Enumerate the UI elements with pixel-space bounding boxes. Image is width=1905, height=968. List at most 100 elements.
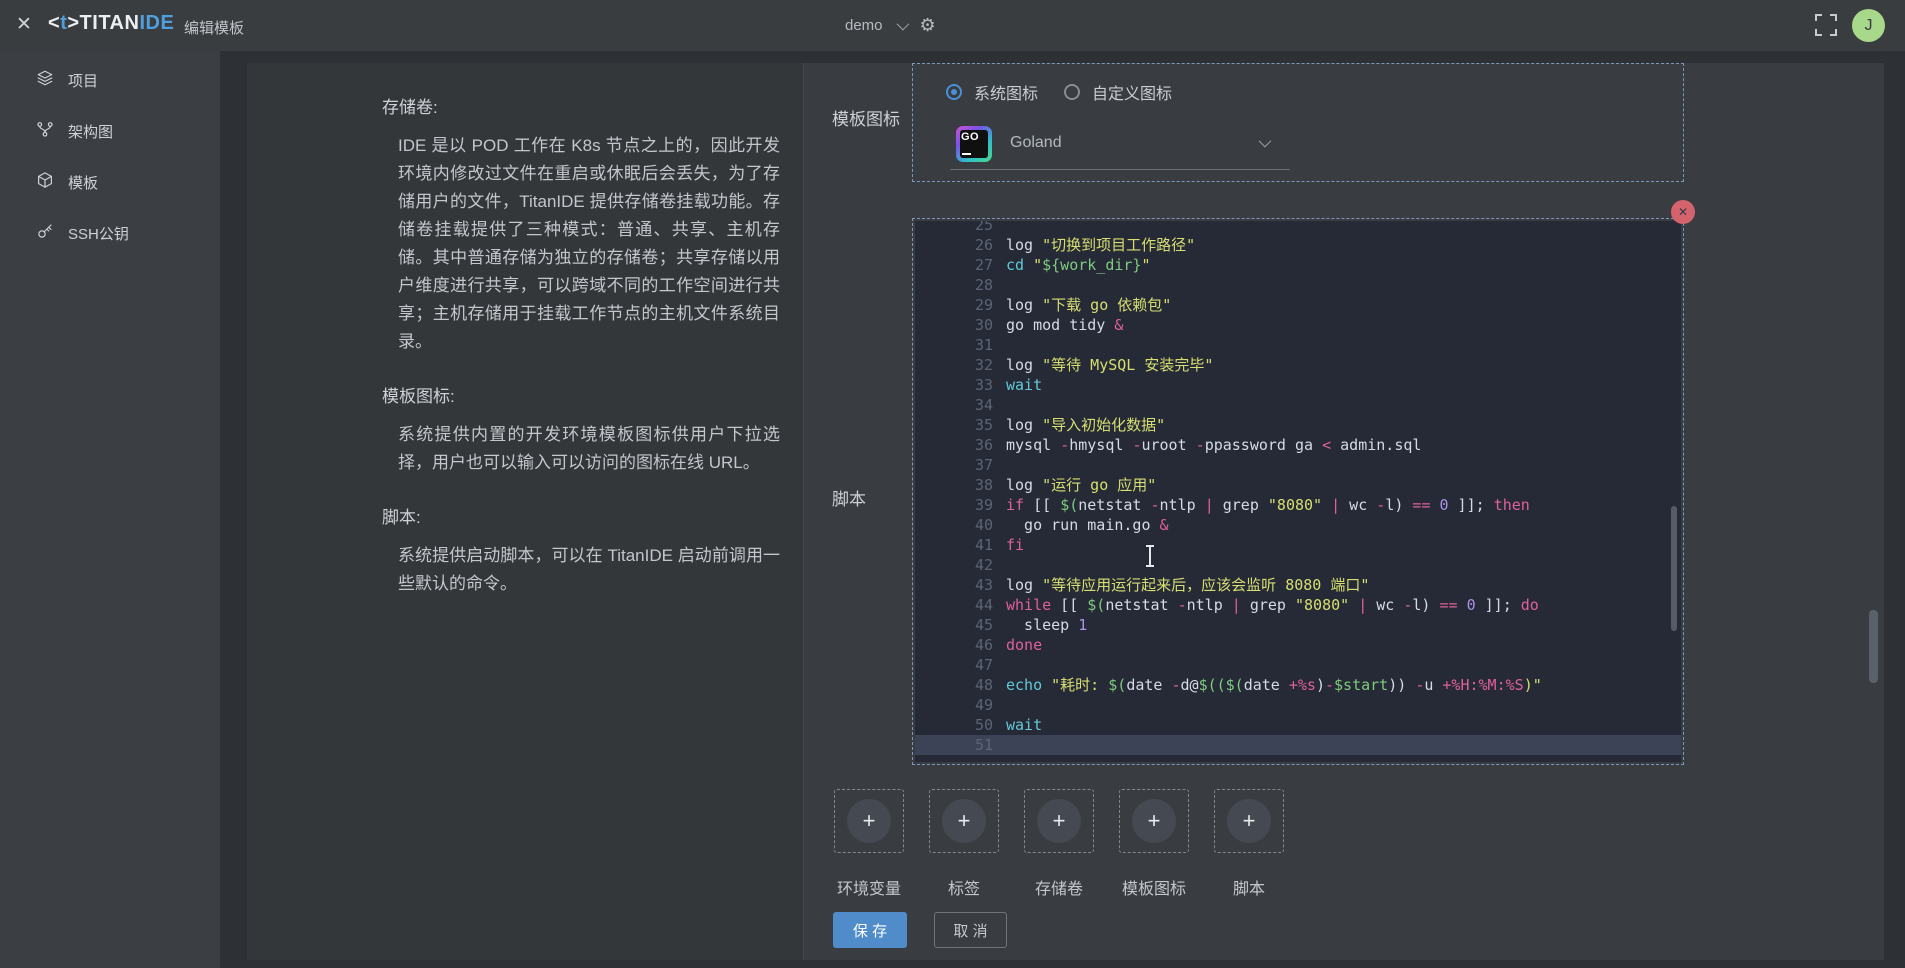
gear-icon[interactable]: ⚙ <box>920 15 936 36</box>
icon-dropdown[interactable]: GO Goland <box>950 124 1290 170</box>
code-line-51: 51 <box>915 735 1681 755</box>
code-token: l) <box>1385 495 1412 515</box>
code-token: 1 <box>1078 615 1087 635</box>
line-number: 27 <box>963 255 993 275</box>
code-token: do <box>1521 595 1539 615</box>
code-token: "切换到项目工作路径" <box>1042 235 1195 255</box>
code-token: | <box>1331 495 1340 515</box>
line-number: 41 <box>963 535 993 555</box>
line-number: 33 <box>963 375 993 395</box>
radio-系统图标[interactable]: 系统图标 <box>946 80 1038 104</box>
description-section-body: 系统提供启动脚本，可以在 TitanIDE 启动前调用一些默认的命令。 <box>382 542 780 598</box>
add-item-label: 环境变量 <box>834 875 904 899</box>
code-token: d@ <box>1181 675 1199 695</box>
template-icon-label: 模板图标 <box>832 105 900 130</box>
code-token: )" <box>1524 675 1542 695</box>
icon-type-radio-group: 系统图标 自定义图标 <box>946 80 1172 104</box>
code-line-45: 45 sleep 1 <box>915 615 1681 635</box>
line-number: 51 <box>963 735 993 755</box>
line-number: 44 <box>963 595 993 615</box>
branch-icon <box>36 120 54 138</box>
code-line-47: 47 <box>915 655 1681 675</box>
code-token: mysql <box>1006 435 1060 455</box>
goland-icon: GO <box>956 126 992 162</box>
chevron-down-icon <box>896 18 909 31</box>
code-token: wc <box>1340 495 1376 515</box>
fullscreen-icon[interactable] <box>1815 14 1837 36</box>
branch-icon <box>14 120 54 142</box>
description-section-body: IDE 是以 POD 工作在 K8s 节点之上的，因此开发环境内修改过文件在重启… <box>382 132 780 356</box>
sidebar-item-项目[interactable]: 项目 <box>0 60 220 100</box>
code-token: wait <box>1006 715 1042 735</box>
line-number: 31 <box>963 335 993 355</box>
code-token: & <box>1114 315 1123 335</box>
code-token: +%s <box>1289 675 1316 695</box>
remove-script-button[interactable]: ✕ <box>1671 200 1695 224</box>
avatar[interactable]: J <box>1852 9 1885 42</box>
code-line-40: 40 go run main.go & <box>915 515 1681 535</box>
add-存储卷-button[interactable]: + <box>1024 789 1094 853</box>
sidebar-item-label: SSH公钥 <box>68 223 129 244</box>
save-button[interactable]: 保 存 <box>833 912 907 948</box>
code-token: u <box>1424 675 1442 695</box>
code-token: 0 <box>1467 595 1476 615</box>
script-label: 脚本 <box>832 485 866 510</box>
code-token: ntlp <box>1160 495 1205 515</box>
sidebar-item-模板[interactable]: 模板 <box>0 162 220 202</box>
code-token: - <box>1132 435 1141 455</box>
code-line-30: 30go mod tidy & <box>915 315 1681 335</box>
code-token: ntlp <box>1187 595 1232 615</box>
code-token: l) <box>1412 595 1439 615</box>
code-token: "耗时: <box>1051 675 1108 695</box>
radio-自定义图标[interactable]: 自定义图标 <box>1064 80 1172 104</box>
sidebar-item-SSH公钥[interactable]: SSH公钥 <box>0 213 220 253</box>
add-脚本-button[interactable]: + <box>1214 789 1284 853</box>
editor-scrollbar[interactable] <box>1671 506 1677 631</box>
code-line-26: 26log "切换到项目工作路径" <box>915 235 1681 255</box>
code-token: - <box>1415 675 1424 695</box>
top-bar: ✕ <t>TITANIDE 编辑模板 demo ⚙ J <box>0 0 1905 51</box>
workspace-name[interactable]: demo <box>845 17 883 34</box>
code-token: & <box>1160 515 1169 535</box>
code-token: sleep <box>1006 615 1078 635</box>
add-标签-button[interactable]: + <box>929 789 999 853</box>
plus-icon: + <box>1227 799 1271 843</box>
logo-main: TITAN <box>80 12 140 34</box>
line-number: 45 <box>963 615 993 635</box>
radio-dot-icon <box>1064 84 1080 100</box>
cube-icon <box>14 171 54 193</box>
cancel-button[interactable]: 取 消 <box>934 912 1007 948</box>
line-number: 49 <box>963 695 993 715</box>
code-editor[interactable]: 2526log "切换到项目工作路径"27cd "${work_dir}"282… <box>915 221 1681 762</box>
code-token: log <box>1006 235 1042 255</box>
code-line-28: 28 <box>915 275 1681 295</box>
sidebar-item-架构图[interactable]: 架构图 <box>0 111 220 151</box>
code-token: log <box>1006 355 1042 375</box>
script-field: ✕ 2526log "切换到项目工作路径"27cd "${work_dir}"2… <box>912 218 1684 765</box>
code-line-36: 36mysql -hmysql -uroot -ppassword ga < a… <box>915 435 1681 455</box>
add-环境变量-button[interactable]: + <box>834 789 904 853</box>
code-token: done <box>1006 635 1042 655</box>
code-token: "等待 MySQL 安装完毕" <box>1042 355 1213 375</box>
line-number: 42 <box>963 555 993 575</box>
add-buttons-row: +环境变量+标签+存储卷+模板图标+脚本 <box>834 789 1284 899</box>
description-section-title: 存储卷: <box>382 93 780 118</box>
code-token: | <box>1205 495 1214 515</box>
add-模板图标-button[interactable]: + <box>1119 789 1189 853</box>
description-section-title: 脚本: <box>382 503 780 528</box>
workspace-selector[interactable]: demo ⚙ <box>845 0 936 51</box>
add-item-label: 存储卷 <box>1024 875 1094 899</box>
code-token: netstat <box>1078 495 1150 515</box>
code-token: - <box>1325 675 1334 695</box>
code-token: +%H:%M:%S <box>1442 675 1523 695</box>
code-token: hmysql <box>1069 435 1132 455</box>
page-scrollbar[interactable] <box>1869 610 1878 683</box>
close-icon[interactable]: ✕ <box>16 13 32 36</box>
code-line-34: 34 <box>915 395 1681 415</box>
code-token: " <box>1033 255 1042 275</box>
description-column: 存储卷: IDE 是以 POD 工作在 K8s 节点之上的，因此开发环境内修改过文… <box>382 93 780 624</box>
line-number: 39 <box>963 495 993 515</box>
code-token: [[ <box>1024 495 1060 515</box>
chevron-down-icon <box>1259 135 1272 148</box>
code-token: wait <box>1006 375 1042 395</box>
